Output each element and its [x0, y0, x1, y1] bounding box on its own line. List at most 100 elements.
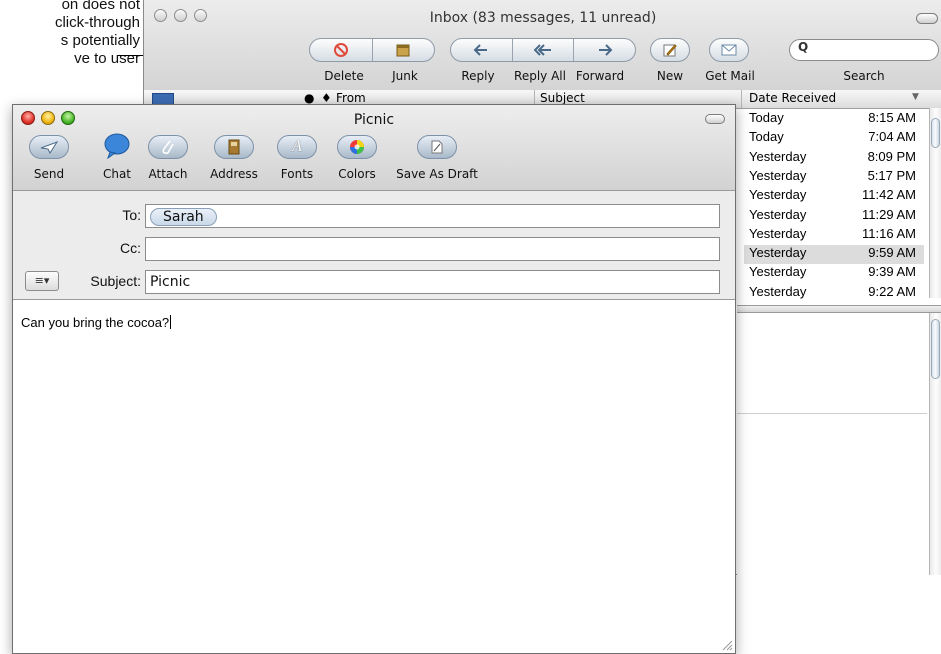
save-as-draft-label: Save As Draft [396, 167, 478, 181]
table-row[interactable]: Yesterday 9:22 AM [744, 284, 924, 303]
inbox-toolbar-toggle-button[interactable] [916, 13, 938, 24]
save-as-draft-button[interactable] [417, 135, 457, 159]
column-date-received[interactable]: Date Received [749, 91, 836, 105]
cc-field[interactable] [145, 237, 720, 261]
search-label: Search [843, 69, 885, 83]
table-row[interactable]: Yesterday 11:16 AM [744, 226, 924, 245]
send-button[interactable] [29, 135, 69, 159]
date-received-day: Yesterday [749, 148, 807, 164]
preview-split-divider[interactable] [737, 305, 941, 313]
fonts-button[interactable]: A [277, 135, 317, 159]
delete-icon [333, 43, 348, 57]
address-button[interactable] [214, 135, 254, 159]
chat-bubble-icon [104, 133, 130, 160]
forward-arrow-icon [598, 44, 613, 56]
annotation-text: on does not click-through s potentially … [0, 0, 140, 68]
inbox-window-title: Inbox (83 messages, 11 unread) [429, 10, 657, 26]
cc-label: Cc: [120, 240, 141, 256]
table-row[interactable]: Yesterday 8:09 PM [744, 149, 924, 168]
get-mail-label: Get Mail [705, 69, 755, 83]
annotation-line-4: ve to user [74, 50, 140, 67]
color-wheel-icon [350, 140, 364, 154]
delete-label: Delete [324, 69, 364, 83]
table-row[interactable]: Yesterday 9:59 AM [744, 245, 924, 265]
table-row[interactable]: Yesterday 9:39 AM [744, 264, 924, 283]
message-preview-pane [737, 313, 929, 575]
new-label: New [656, 69, 684, 83]
address-label: Address [210, 167, 258, 181]
compose-window-title: Picnic [353, 112, 395, 128]
junk-icon [396, 44, 410, 57]
date-received-time: 9:59 AM [868, 245, 916, 261]
date-received-day: Yesterday [749, 264, 807, 280]
table-row[interactable]: Yesterday 11:29 AM [744, 207, 924, 226]
compose-pencil-icon [663, 44, 677, 57]
subject-field[interactable]: Picnic [145, 270, 720, 294]
date-received-day: Yesterday [749, 206, 807, 222]
date-received-time: 5:17 PM [867, 167, 916, 183]
paperclip-icon [162, 140, 174, 155]
delete-button[interactable] [310, 42, 372, 58]
fonts-icon: A [292, 138, 302, 155]
recipient-token[interactable]: Sarah [150, 208, 217, 226]
message-list-scrollbar[interactable] [929, 108, 941, 298]
address-book-icon [228, 139, 240, 155]
resize-grip-icon[interactable] [721, 639, 733, 651]
table-row[interactable]: Today 8:15 AM [744, 110, 924, 129]
date-received-time: 9:39 AM [868, 264, 916, 280]
date-received-day: Yesterday [749, 225, 807, 241]
sort-descending-icon: ▼ [912, 92, 919, 102]
compose-toolbar-area: Picnic A Send Chat Attach Address Fonts … [13, 105, 735, 191]
reply-arrow-icon [473, 44, 488, 56]
date-received-day: Yesterday [749, 187, 807, 203]
date-received-day: Today [749, 110, 784, 125]
get-mail-button[interactable] [709, 38, 749, 62]
date-received-time: 9:22 AM [868, 283, 916, 299]
new-message-button[interactable] [650, 38, 690, 62]
inbox-toolbar-area: Inbox (83 messages, 11 unread) Q Delete … [144, 0, 941, 91]
attach-label: Attach [148, 167, 188, 181]
table-row[interactable]: Today 7:04 AM [744, 129, 924, 148]
annotation-line-2: click-through [54, 14, 140, 31]
compose-header-fields: To: Sarah Cc: ≡▾ Subject: Picnic [13, 191, 735, 300]
date-received-time: 8:09 PM [867, 148, 916, 164]
junk-label: Junk [392, 69, 418, 83]
send-label: Send [33, 167, 65, 181]
search-icon: Q [798, 40, 809, 54]
search-input[interactable]: Q [789, 39, 939, 61]
chat-label: Chat [102, 167, 132, 181]
date-received-time: 11:16 AM [862, 225, 916, 241]
column-from[interactable]: From [336, 91, 366, 105]
forward-button[interactable] [574, 43, 635, 57]
table-row[interactable]: Yesterday 11:42 AM [744, 187, 924, 206]
to-label: To: [122, 207, 141, 223]
preview-scroll-thumb[interactable] [931, 319, 940, 379]
header-options-menu[interactable]: ≡▾ [25, 271, 59, 291]
annotation-line-1: on does not [61, 0, 140, 13]
reply-button[interactable] [451, 43, 512, 57]
colors-button[interactable] [337, 135, 377, 159]
chat-button[interactable] [103, 133, 131, 160]
attach-button[interactable] [148, 135, 188, 159]
table-row[interactable]: Yesterday 5:17 PM [744, 168, 924, 187]
date-received-day: Yesterday [749, 245, 807, 261]
forward-label: Forward [575, 69, 625, 83]
reply-all-button[interactable] [513, 43, 574, 57]
delete-junk-segment [309, 38, 435, 62]
preview-scrollbar[interactable] [929, 313, 941, 575]
reply-segment [450, 38, 636, 62]
compose-toolbar-toggle-button[interactable] [705, 114, 725, 124]
message-list-scroll-thumb[interactable] [931, 118, 940, 148]
message-body[interactable]: Can you bring the cocoa? [21, 315, 172, 330]
column-subject[interactable]: Subject [540, 91, 585, 105]
junk-button[interactable] [372, 42, 434, 58]
date-received-time: 7:04 AM [868, 129, 916, 145]
flag-column-icon[interactable]: ♦ [321, 91, 332, 105]
message-body-text: Can you bring the cocoa? [21, 315, 170, 330]
reply-all-arrow-icon [534, 44, 551, 56]
to-field[interactable]: Sarah [145, 204, 720, 228]
date-received-day: Yesterday [749, 167, 807, 183]
read-status-column-icon[interactable]: ● [304, 91, 314, 105]
date-received-day: Yesterday [749, 283, 807, 299]
get-mail-envelope-icon [721, 44, 737, 56]
